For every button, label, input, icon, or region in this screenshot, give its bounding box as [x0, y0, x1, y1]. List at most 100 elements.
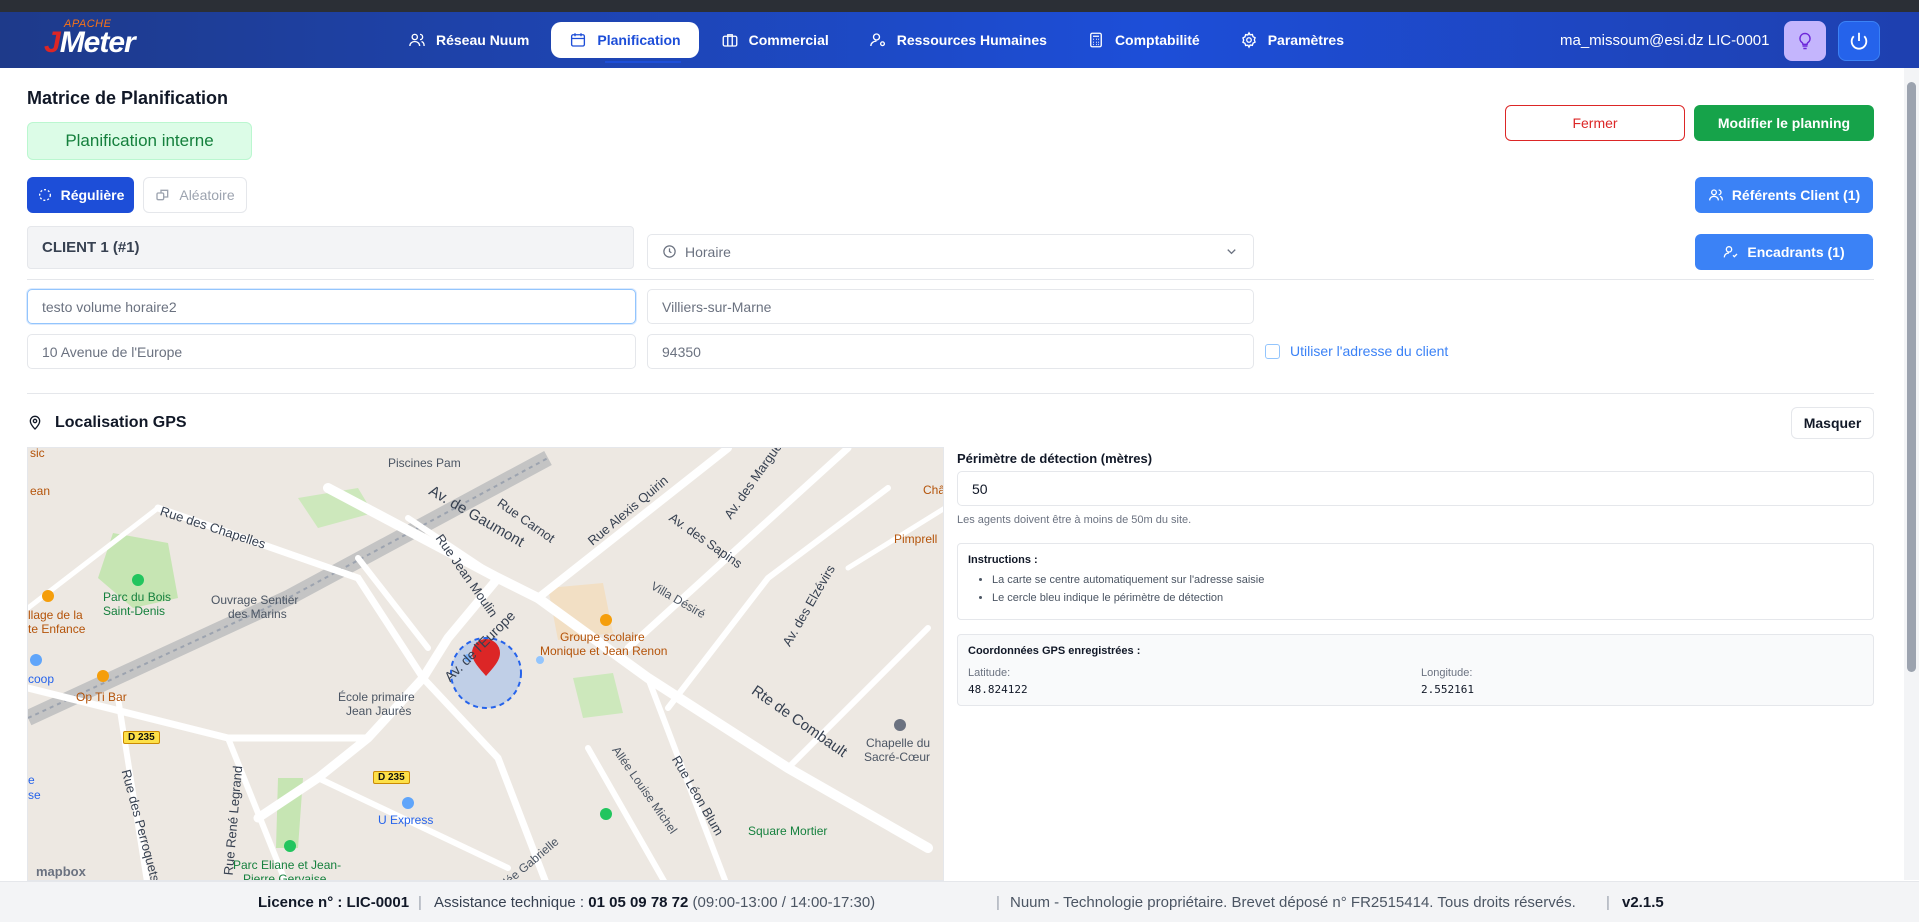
planification-type-badge: Planification interne [27, 122, 252, 160]
map-label: coop [28, 672, 55, 686]
map-label: U Express [378, 813, 434, 827]
map-label: Saint-Denis [103, 604, 166, 618]
browser-top-strip [0, 0, 1919, 12]
encadrants-label: Encadrants (1) [1747, 244, 1845, 260]
nav-label: Paramètres [1267, 32, 1344, 48]
app-logo[interactable]: APACHE JMeter [34, 18, 164, 64]
lightbulb-button[interactable] [1784, 21, 1826, 61]
map-label: ean [30, 484, 51, 498]
map-label: se [28, 788, 41, 802]
perimeter-hint: Les agents doivent être à moins de 50m d… [957, 514, 1192, 526]
gps-map[interactable]: Piscines Pam Rue des Chapelles Av. de Ga… [27, 447, 944, 881]
nav-label: Planification [597, 32, 681, 48]
longitude-block: Longitude: 2.552161 [1421, 667, 1474, 696]
nav-label: Comptabilité [1114, 32, 1200, 48]
power-icon [1850, 32, 1868, 50]
school-poi-icon [600, 614, 612, 626]
map-label: Châ [923, 483, 944, 497]
schedule-type-select[interactable]: Horaire [647, 234, 1254, 269]
mode-random-button[interactable]: Aléatoire [143, 177, 247, 213]
map-label: Sacré-Cœur [864, 750, 931, 764]
map-pin-icon [29, 415, 41, 430]
footer-legal: Nuum - Technologie propriétaire. Brevet … [1010, 894, 1576, 911]
map-label: te Enfance [28, 622, 86, 636]
road-shield: D 235 [373, 771, 410, 784]
nav-item-comptabilite[interactable]: Comptabilité [1069, 22, 1218, 58]
main-nav: Réseau Nuum Planification Commercial Res… [390, 22, 1362, 63]
use-client-address-label[interactable]: Utiliser l'adresse du client [1290, 343, 1448, 359]
hide-map-button[interactable]: Masquer [1791, 407, 1874, 439]
users-icon [409, 33, 425, 47]
use-client-address-option[interactable]: Utiliser l'adresse du client [1265, 343, 1448, 359]
clock-icon [663, 245, 676, 258]
instruction-item: Le cercle bleu indique le périmètre de d… [992, 592, 1863, 604]
nav-item-commercial[interactable]: Commercial [703, 22, 847, 58]
encadrants-button[interactable]: Encadrants (1) [1695, 234, 1873, 270]
gps-title-text: Localisation GPS [55, 414, 187, 431]
gear-icon [1241, 31, 1256, 49]
logout-button[interactable] [1838, 21, 1880, 61]
poi-icon [42, 590, 54, 602]
site-name-input[interactable]: testo volume horaire2 [27, 289, 636, 324]
mode-regular-button[interactable]: Régulière [27, 177, 134, 213]
footer-support: Assistance technique : 01 05 09 78 72 (0… [434, 894, 876, 911]
user-cog-icon [869, 33, 885, 47]
client-referents-button[interactable]: Référents Client (1) [1695, 177, 1873, 213]
postal-code-input[interactable]: 94350 [647, 334, 1254, 369]
close-button[interactable]: Fermer [1505, 105, 1685, 141]
nav-item-planification[interactable]: Planification [551, 22, 699, 63]
instructions-title: Instructions : [968, 554, 1038, 566]
user-check-icon [1724, 246, 1738, 258]
user-email[interactable]: ma_missoum@esi.dz LIC-0001 [1560, 32, 1769, 49]
address-input[interactable]: 10 Avenue de l'Europe [27, 334, 636, 369]
users-icon [1708, 189, 1723, 201]
map-label: Square Mortier [748, 824, 828, 838]
nav-item-parametres[interactable]: Paramètres [1222, 22, 1362, 58]
gps-coordinates-box: Coordonnées GPS enregistrées : Latitude:… [957, 634, 1874, 706]
footer-separator: | [418, 894, 422, 911]
nav-item-reseau-nuum[interactable]: Réseau Nuum [390, 22, 547, 58]
map-label: des Marins [228, 607, 287, 621]
page-scrollbar-thumb[interactable] [1907, 82, 1916, 672]
instruction-item: La carte se centre automatiquement sur l… [992, 574, 1863, 586]
use-client-address-checkbox[interactable] [1265, 343, 1280, 359]
map-label: Chapelle du [866, 736, 931, 750]
city-input[interactable]: Villiers-sur-Marne [647, 289, 1254, 324]
gps-section-title: Localisation GPS [27, 414, 187, 432]
footer-separator: | [996, 894, 1000, 911]
divider [27, 279, 1874, 280]
modify-planning-button[interactable]: Modifier le planning [1694, 105, 1874, 141]
park-poi-icon [284, 840, 296, 852]
perimeter-input[interactable]: 50 [957, 471, 1874, 506]
map-label: e [28, 773, 35, 787]
map-label: Ouvrage Sentier [211, 593, 299, 607]
map-label: Jean Jaurès [346, 704, 412, 718]
shop-poi-icon [30, 654, 42, 666]
map-label: Parc du Bois [103, 590, 172, 604]
footer-version: v2.1.5 [1622, 894, 1664, 911]
map-label: Pierre Gervaise [243, 872, 327, 881]
latitude-block: Latitude: 48.824122 [968, 667, 1028, 696]
footer-separator: | [1606, 894, 1610, 911]
nav-item-ressources-humaines[interactable]: Ressources Humaines [851, 22, 1065, 58]
shop-poi-icon [402, 797, 414, 809]
park-poi-icon [132, 574, 144, 586]
page-title: Matrice de Planification [27, 88, 229, 108]
mode-regular-label: Régulière [60, 187, 125, 203]
footer-license: Licence n° : LIC-0001 [258, 894, 410, 911]
latitude-label: Latitude: [968, 667, 1011, 679]
longitude-label: Longitude: [1421, 667, 1473, 679]
lightbulb-icon [1799, 32, 1811, 50]
map-label: Groupe scolaire [560, 630, 645, 644]
mapbox-logo[interactable]: mapbox [36, 864, 86, 879]
logo-jmeter-text: JMeter [44, 26, 136, 59]
client-name-field: CLIENT 1 (#1) [27, 226, 634, 269]
coordinates-title: Coordonnées GPS enregistrées : [968, 645, 1141, 657]
perimeter-label: Périmètre de détection (mètres) [957, 451, 1153, 466]
mode-random-label: Aléatoire [179, 187, 235, 203]
nav-label: Réseau Nuum [436, 32, 530, 48]
map-label: Piscines Pam [388, 456, 461, 470]
map-label: École primaire [338, 690, 415, 704]
longitude-value: 2.552161 [1421, 683, 1474, 696]
map-label: Monique et Jean Renon [540, 644, 668, 658]
